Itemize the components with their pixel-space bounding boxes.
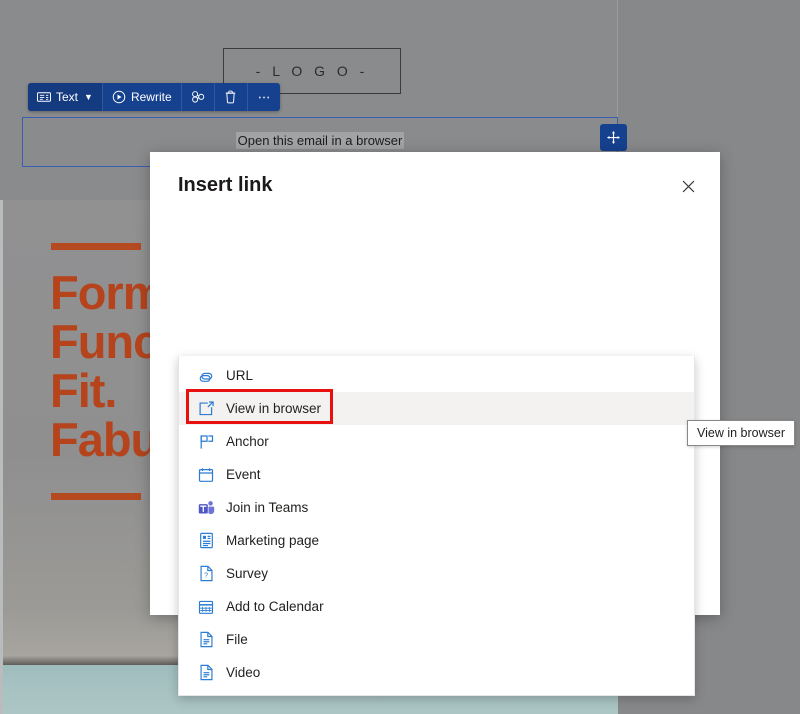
anchor-flag-icon	[197, 433, 215, 451]
teams-icon	[197, 499, 215, 517]
selected-link-text[interactable]: Open this email in a browser	[235, 132, 405, 149]
link-type-option-video[interactable]: Video	[179, 656, 694, 689]
url-link-icon	[197, 367, 215, 385]
link-type-option-view-in-browser[interactable]: View in browser	[179, 392, 694, 425]
survey-icon: ?	[197, 565, 215, 583]
link-type-option-event[interactable]: Event	[179, 458, 694, 491]
link-type-option-label: Event	[226, 467, 261, 482]
link-type-option-url[interactable]: URL	[179, 359, 694, 392]
rewrite-sparkle-icon	[112, 90, 126, 104]
file-icon	[197, 631, 215, 649]
link-type-option-join-in-teams[interactable]: Join in Teams	[179, 491, 694, 524]
link-type-listbox[interactable]: URL View in browser Anchor Event Join in…	[178, 356, 695, 696]
chevron-down-icon: ▼	[84, 91, 93, 102]
link-type-option-add-to-calendar[interactable]: Add to Calendar	[179, 590, 694, 623]
link-type-option-label: URL	[226, 368, 254, 383]
add-to-calendar-icon	[197, 598, 215, 616]
link-type-option-anchor[interactable]: Anchor	[179, 425, 694, 458]
link-type-option-label: Add to Calendar	[226, 599, 324, 614]
logo-placeholder-label: - L O G O -	[255, 63, 369, 79]
video-file-icon	[197, 664, 215, 682]
link-type-option-label: Survey	[226, 566, 269, 581]
toolbar-text-label: Text	[56, 90, 79, 104]
link-type-option-label: Video	[226, 665, 261, 680]
toolbar-rewrite-button[interactable]: Rewrite	[103, 83, 182, 111]
svg-text:?: ?	[204, 571, 208, 579]
tooltip-text: View in browser	[697, 426, 786, 440]
link-type-option-file[interactable]: File	[179, 623, 694, 656]
toolbar-brand-button[interactable]	[182, 83, 215, 111]
link-type-option-label: Anchor	[226, 434, 269, 449]
text-block-icon	[37, 90, 51, 104]
hero-rule-top	[51, 243, 141, 250]
link-type-option-label: Join in Teams	[226, 500, 309, 515]
dialog-title: Insert link	[178, 174, 273, 196]
close-icon[interactable]	[672, 170, 704, 202]
block-toolbar[interactable]: Text ▼ Rewrite	[28, 83, 280, 111]
link-type-option-survey[interactable]: ? Survey	[179, 557, 694, 590]
selected-text-block-content: Open this email in a browser	[23, 132, 617, 150]
screen-root: Form. Func Fit. Fabu - L O G O - Open th…	[0, 0, 800, 714]
move-handle-icon[interactable]	[600, 124, 627, 151]
toolbar-more-button[interactable]	[248, 83, 280, 111]
tooltip-view-in-browser: View in browser	[687, 420, 796, 446]
calendar-event-icon	[197, 466, 215, 484]
more-ellipsis-icon	[257, 90, 271, 104]
brand-personalize-icon	[191, 90, 205, 104]
toolbar-rewrite-label: Rewrite	[130, 90, 172, 104]
toolbar-delete-button[interactable]	[215, 83, 248, 111]
link-type-option-label: View in browser	[226, 401, 322, 416]
toolbar-text-type-button[interactable]: Text ▼	[28, 83, 103, 111]
hero-rule-bottom	[51, 493, 141, 500]
trash-icon	[224, 90, 238, 104]
link-type-option-label: Marketing page	[226, 533, 320, 548]
marketing-page-icon	[197, 532, 215, 550]
open-in-browser-icon	[197, 400, 215, 418]
link-type-option-marketing-page[interactable]: Marketing page	[179, 524, 694, 557]
link-type-option-label: File	[226, 632, 248, 647]
